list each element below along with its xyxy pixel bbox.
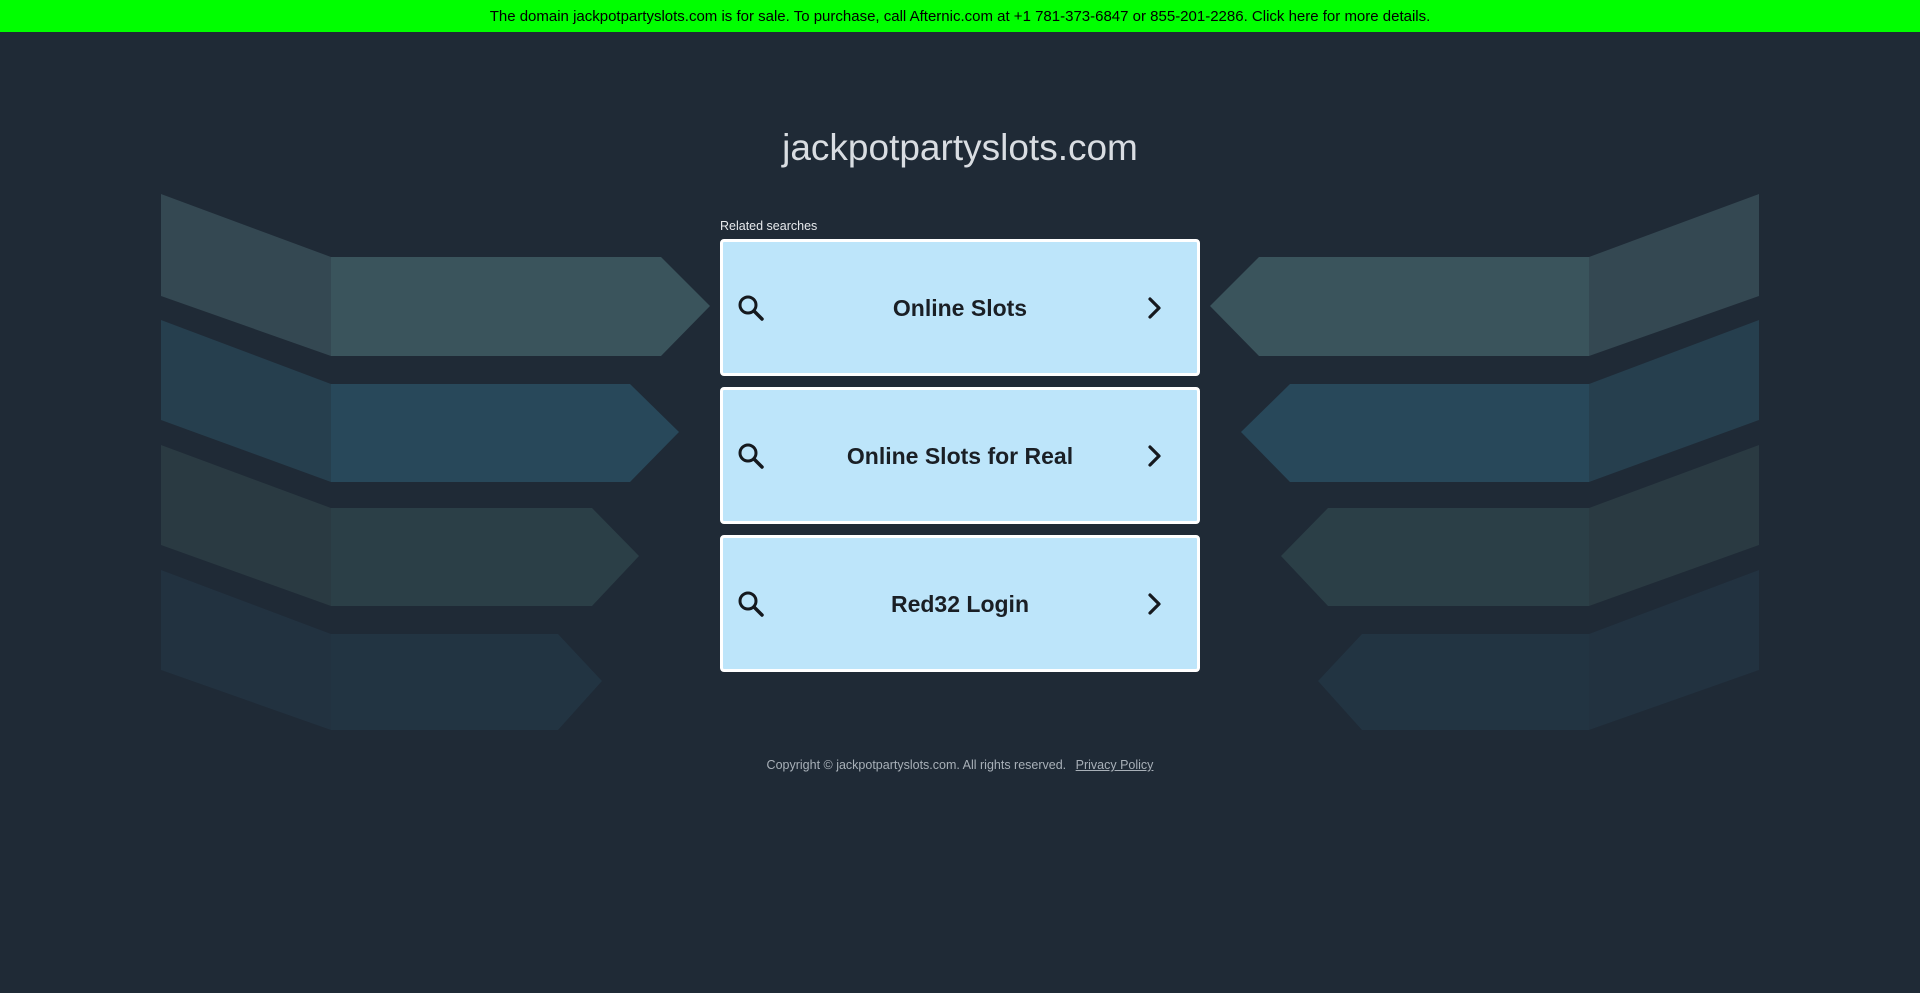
related-searches-list: Online Slots Online Slots for Real Red32… xyxy=(720,239,1200,683)
right-stripes xyxy=(1210,194,1759,730)
copyright-text: Copyright © jackpotpartyslots.com. All r… xyxy=(766,758,1067,772)
left-stripes xyxy=(161,194,710,730)
related-searches-label: Related searches xyxy=(720,219,818,233)
privacy-policy-link[interactable]: Privacy Policy xyxy=(1076,758,1154,772)
related-search-label: Online Slots xyxy=(892,294,1028,321)
related-search-online-slots-for-real[interactable]: Online Slots for Real xyxy=(720,387,1200,524)
chevron-right-icon xyxy=(1148,296,1161,319)
related-search-label: Online Slots for Real xyxy=(846,442,1074,469)
footer: Copyright © jackpotpartyslots.com. All r… xyxy=(0,757,1920,773)
related-search-label: Red32 Login xyxy=(890,590,1029,617)
chevron-right-icon xyxy=(1148,592,1161,615)
related-search-red32-login[interactable]: Red32 Login xyxy=(720,535,1200,672)
chevron-right-icon xyxy=(1148,444,1161,467)
related-search-online-slots[interactable]: Online Slots xyxy=(720,239,1200,376)
domain-title: jackpotpartyslots.com xyxy=(782,127,1138,168)
